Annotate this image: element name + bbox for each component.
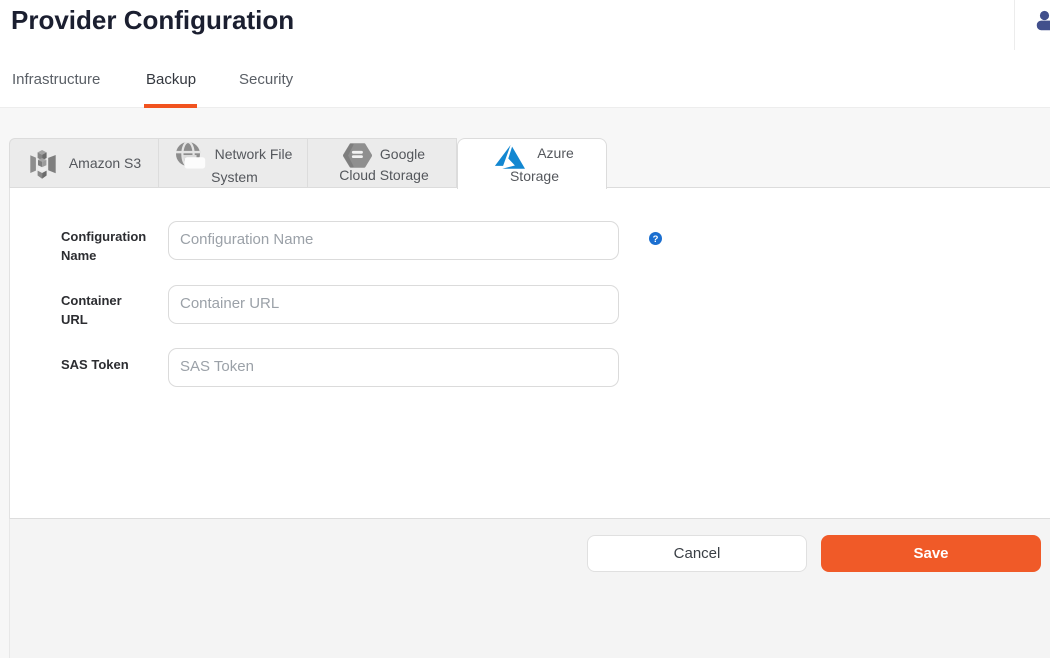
svg-text:?: ? xyxy=(653,234,659,245)
